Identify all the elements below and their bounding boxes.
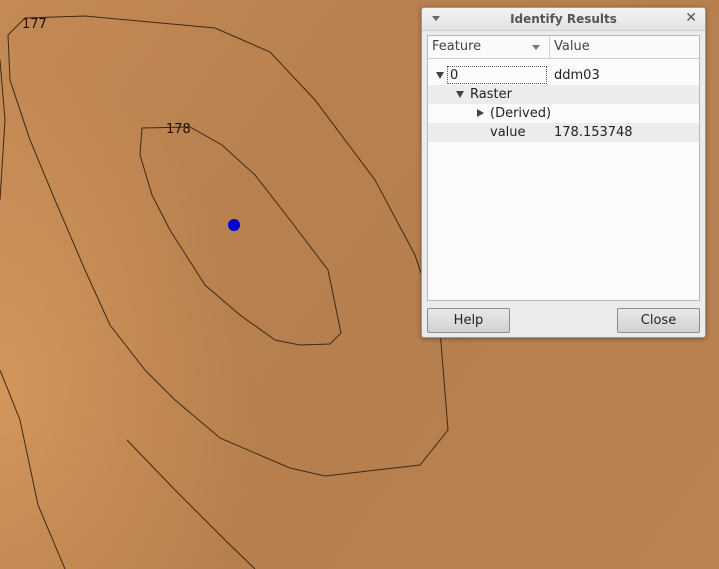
column-header-value[interactable]: Value xyxy=(554,39,590,54)
expand-arrow-right-icon[interactable] xyxy=(477,109,484,117)
value-attribute-label: value xyxy=(490,125,526,140)
feature-layer-value: ddm03 xyxy=(554,68,600,83)
tree-row-derived[interactable]: (Derived) xyxy=(428,104,699,123)
feature-id-label: 0 xyxy=(450,68,459,83)
identify-point-marker xyxy=(228,219,240,231)
results-tree[interactable]: Feature Value 0 ddm03 Raster (Derived) v… xyxy=(427,35,700,301)
tree-header: Feature Value xyxy=(428,36,699,59)
expand-arrow-down-icon[interactable] xyxy=(456,91,464,98)
tree-row-feature-0[interactable]: 0 ddm03 xyxy=(428,66,699,85)
contour-lower-line-2 xyxy=(126,439,256,569)
column-header-feature[interactable]: Feature xyxy=(432,39,481,54)
contour-178-line xyxy=(139,126,342,346)
contour-left-line xyxy=(0,59,6,201)
derived-label: (Derived) xyxy=(490,106,552,121)
column-separator[interactable] xyxy=(549,36,550,58)
expand-arrow-down-icon[interactable] xyxy=(436,72,444,79)
contour-label-178: 178 xyxy=(166,122,191,137)
dialog-title: Identify Results xyxy=(510,12,617,26)
tree-row-value[interactable]: value 178.153748 xyxy=(428,123,699,142)
close-button[interactable]: Close xyxy=(617,308,700,333)
value-attribute-value: 178.153748 xyxy=(554,125,633,140)
close-icon[interactable]: ✕ xyxy=(685,10,697,26)
contour-lower-line xyxy=(0,369,66,569)
tree-row-raster[interactable]: Raster xyxy=(428,85,699,104)
raster-label: Raster xyxy=(470,87,512,102)
sort-indicator-icon xyxy=(532,45,540,50)
feature-id-cell xyxy=(447,66,547,84)
contour-label-177: 177 xyxy=(22,17,47,32)
identify-results-dialog: Identify Results ✕ Feature Value 0 ddm03… xyxy=(421,7,706,338)
dialog-titlebar[interactable]: Identify Results ✕ xyxy=(422,8,705,31)
contour-177-line xyxy=(7,15,449,477)
help-button[interactable]: Help xyxy=(427,308,510,333)
